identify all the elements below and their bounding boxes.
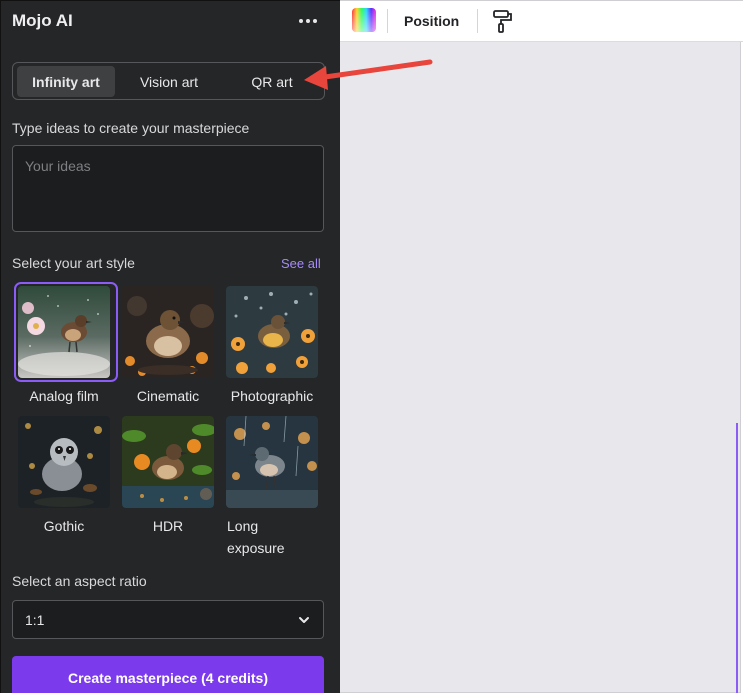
- aspect-ratio-value: 1:1: [25, 611, 45, 628]
- selected-element-outline: [736, 423, 739, 693]
- mojo-ai-panel: Mojo AI Infinity art Vision art QR art T…: [0, 0, 340, 693]
- aspect-ratio-label: Select an aspect ratio: [12, 573, 147, 589]
- style-label: Long exposure: [227, 518, 285, 556]
- toolbar-divider: [387, 9, 388, 33]
- photographic-thumbnail: [226, 286, 318, 378]
- more-options-button[interactable]: [294, 9, 322, 33]
- more-dot: [299, 19, 303, 23]
- style-label: Analog film: [29, 388, 99, 404]
- paint-roller-icon[interactable]: [491, 8, 513, 34]
- prompt-label: Type ideas to create your masterpiece: [12, 120, 250, 136]
- create-masterpiece-button[interactable]: Create masterpiece (4 credits): [12, 656, 324, 693]
- ideas-input[interactable]: [12, 145, 324, 232]
- panel-header: Mojo AI: [1, 1, 340, 43]
- style-label: HDR: [152, 518, 184, 534]
- toolbar-divider: [477, 9, 478, 33]
- more-dot: [306, 19, 310, 23]
- design-canvas-area[interactable]: [340, 42, 743, 693]
- chevron-down-icon: [299, 617, 309, 623]
- hdr-thumbnail: [122, 416, 214, 508]
- analog-film-thumbnail: [18, 286, 110, 378]
- tab-vision-art[interactable]: Vision art: [120, 66, 218, 97]
- gothic-thumbnail: [18, 416, 110, 508]
- panel-title: Mojo AI: [12, 11, 73, 30]
- style-label: Photographic: [230, 388, 314, 404]
- aspect-ratio-select[interactable]: 1:1: [12, 600, 324, 639]
- editor-toolbar: Position: [340, 0, 743, 42]
- see-all-link[interactable]: See all: [281, 256, 321, 271]
- more-dot: [313, 19, 317, 23]
- cinematic-thumbnail: [122, 286, 214, 378]
- art-style-label: Select your art style: [12, 255, 135, 271]
- position-button[interactable]: Position: [404, 13, 459, 29]
- annotation-arrow-icon: [304, 59, 433, 90]
- color-picker-icon[interactable]: [352, 8, 376, 32]
- style-label: Cinematic: [136, 388, 200, 404]
- style-label: Gothic: [43, 518, 85, 534]
- long-exposure-thumbnail: [226, 416, 318, 508]
- tab-infinity-art[interactable]: Infinity art: [17, 66, 115, 97]
- art-mode-tabs: Infinity art Vision art QR art: [12, 62, 325, 100]
